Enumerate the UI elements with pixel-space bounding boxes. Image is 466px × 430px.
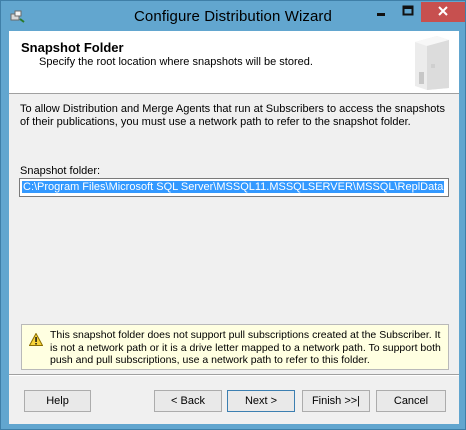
close-button[interactable]: [421, 2, 465, 22]
title-bar[interactable]: Configure Distribution Wizard: [1, 1, 465, 31]
server-icon: [405, 34, 453, 90]
snapshot-folder-label: Snapshot folder:: [20, 165, 101, 177]
wizard-window: Configure Distribution Wizard Snapshot F…: [0, 0, 466, 430]
minimize-button[interactable]: [368, 2, 394, 22]
warning-box: This snapshot folder does not support pu…: [21, 324, 449, 370]
wizard-body: Snapshot Folder Specify the root locatio…: [9, 31, 459, 424]
page-subtitle: Specify the root location where snapshot…: [39, 56, 313, 68]
snapshot-folder-value: C:\Program Files\Microsoft SQL Server\MS…: [22, 181, 445, 193]
next-button[interactable]: Next >: [227, 390, 295, 412]
cancel-button[interactable]: Cancel: [376, 390, 446, 412]
snapshot-folder-input[interactable]: C:\Program Files\Microsoft SQL Server\MS…: [19, 178, 449, 197]
warning-text: This snapshot folder does not support pu…: [50, 329, 441, 366]
intro-text: To allow Distribution and Merge Agents t…: [20, 103, 445, 128]
finish-button[interactable]: Finish >>|: [302, 390, 370, 412]
warning-icon: [28, 332, 44, 346]
minimize-icon: [375, 5, 387, 20]
back-button[interactable]: < Back: [154, 390, 222, 412]
close-icon: [437, 5, 449, 20]
maximize-button[interactable]: [394, 2, 421, 22]
page-title: Snapshot Folder: [21, 40, 124, 55]
maximize-icon: [402, 5, 414, 20]
page-header: Snapshot Folder Specify the root locatio…: [9, 31, 459, 94]
help-button[interactable]: Help: [24, 390, 91, 412]
button-divider: [9, 374, 459, 376]
